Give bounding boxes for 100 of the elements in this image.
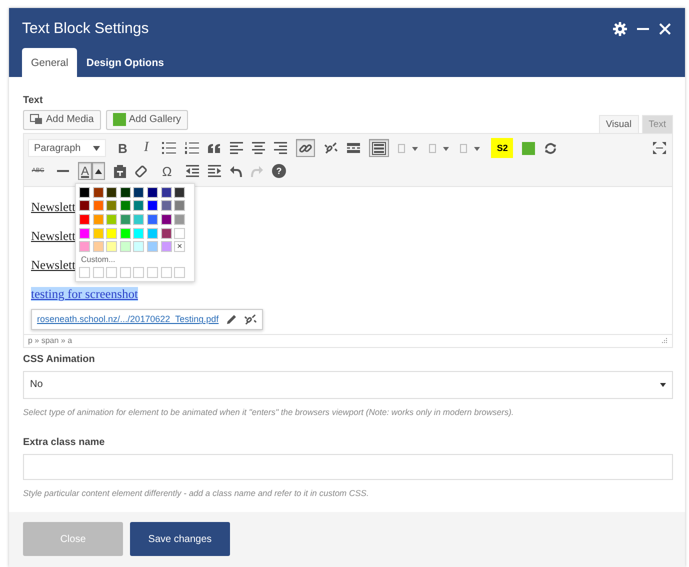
color-swatch[interactable]: [79, 214, 90, 225]
read-more-icon[interactable]: [347, 143, 360, 154]
bold-button[interactable]: B: [115, 139, 130, 158]
color-swatch[interactable]: [92, 214, 104, 225]
color-swatch[interactable]: [133, 228, 144, 239]
format-select[interactable]: Paragraph: [28, 139, 106, 158]
color-swatch[interactable]: [106, 214, 118, 225]
unlink-icon[interactable]: [324, 141, 338, 156]
hint-text: Style particular content element differently - add a class name and refer to it in custom CSS.: [23, 488, 370, 498]
color-swatch[interactable]: [133, 241, 144, 252]
numbered-list-icon[interactable]: [185, 142, 200, 154]
color-swatch[interactable]: [120, 214, 131, 225]
unlink-icon[interactable]: [244, 312, 257, 326]
toolbar-toggle-button[interactable]: [369, 139, 390, 158]
color-swatch[interactable]: [92, 200, 104, 212]
color-swatch[interactable]: [106, 241, 118, 252]
close-icon[interactable]: [659, 22, 671, 34]
animation-select[interactable]: No: [23, 370, 673, 399]
save-button[interactable]: Save changes: [130, 522, 230, 556]
color-swatch[interactable]: [79, 228, 90, 239]
align-right-icon[interactable]: [274, 142, 288, 154]
empty-swatch[interactable]: [120, 267, 131, 278]
paragraph-link[interactable]: Newslett: [31, 228, 76, 245]
fullscreen-icon[interactable]: [653, 142, 666, 154]
bullet-list-icon[interactable]: [162, 142, 176, 154]
link-button[interactable]: [296, 139, 316, 158]
dropdown-icon[interactable]: [429, 144, 452, 153]
paste-text-icon[interactable]: [114, 164, 126, 178]
color-swatch[interactable]: [79, 186, 90, 198]
italic-button[interactable]: I: [139, 139, 154, 158]
color-swatch[interactable]: [120, 228, 131, 239]
minimize-icon[interactable]: [637, 26, 649, 30]
color-swatch[interactable]: [92, 186, 104, 198]
color-caret-button[interactable]: [92, 162, 106, 180]
dropdown-icon[interactable]: [460, 144, 482, 153]
special-character-button[interactable]: Ω: [157, 161, 178, 182]
empty-swatch[interactable]: [92, 267, 104, 278]
empty-swatch[interactable]: [133, 267, 144, 278]
color-swatch[interactable]: [146, 186, 158, 198]
class-name-field[interactable]: [23, 454, 673, 480]
undo-icon[interactable]: [230, 165, 242, 178]
color-swatch[interactable]: [79, 241, 90, 252]
paragraph-link[interactable]: Newslett: [31, 198, 76, 216]
color-swatch[interactable]: [120, 186, 131, 198]
add-media-button[interactable]: Add Media: [23, 110, 101, 130]
field-label: Extra class name: [23, 436, 105, 448]
color-swatch[interactable]: [120, 200, 131, 212]
color-swatch[interactable]: [174, 214, 186, 225]
paragraph-link[interactable]: Newslett: [31, 256, 76, 274]
field-label: Text: [23, 94, 43, 106]
color-swatch[interactable]: [106, 228, 118, 239]
selected-link[interactable]: testing for screenshot: [31, 286, 138, 301]
color-swatch[interactable]: [146, 228, 158, 239]
align-center-icon[interactable]: [252, 142, 266, 154]
color-swatch[interactable]: [160, 228, 172, 239]
add-gallery-button[interactable]: Add Gallery: [106, 110, 188, 130]
shortcode-button[interactable]: S2: [491, 138, 514, 158]
color-swatch[interactable]: [146, 200, 158, 212]
color-swatch[interactable]: [106, 200, 118, 212]
indent-icon[interactable]: [208, 165, 222, 178]
color-swatch[interactable]: [106, 186, 118, 198]
color-swatch[interactable]: [160, 214, 172, 225]
empty-swatch[interactable]: [106, 267, 118, 278]
tab[interactable]: Design Options: [77, 48, 173, 77]
color-swatch[interactable]: [92, 228, 104, 239]
color-swatch[interactable]: [79, 200, 90, 212]
link-url[interactable]: roseneath.school.nz/.../20170622_Testing.pdf: [37, 314, 219, 324]
custom-color-button[interactable]: Custom...: [79, 252, 118, 268]
outdent-icon[interactable]: [186, 165, 200, 178]
color-swatch[interactable]: [160, 200, 172, 212]
color-swatch[interactable]: [92, 241, 104, 252]
color-swatch[interactable]: [146, 214, 158, 225]
horizontal-line-icon[interactable]: [57, 170, 69, 172]
eraser-icon[interactable]: [135, 164, 148, 178]
window-title: Text Block Settings: [22, 20, 149, 37]
edit-icon[interactable]: [226, 314, 237, 325]
color-swatch[interactable]: [133, 200, 144, 212]
blockquote-icon[interactable]: [208, 144, 222, 153]
settings-icon[interactable]: [613, 22, 627, 36]
color-swatch[interactable]: [120, 241, 131, 252]
empty-swatch[interactable]: [160, 267, 172, 278]
color-swatch[interactable]: [174, 186, 186, 198]
text-color-button[interactable]: A: [78, 162, 92, 180]
color-swatch[interactable]: [160, 186, 172, 198]
help-button[interactable]: ?: [272, 164, 286, 178]
remove-color-button[interactable]: ×: [174, 241, 186, 252]
empty-swatch[interactable]: [79, 267, 90, 278]
align-left-icon[interactable]: [230, 142, 244, 154]
color-swatch[interactable]: [146, 241, 158, 252]
refresh-icon[interactable]: [544, 142, 558, 155]
dropdown-icon[interactable]: [398, 144, 420, 153]
color-swatch[interactable]: [133, 186, 144, 198]
empty-swatch[interactable]: [174, 267, 186, 278]
color-swatch[interactable]: [160, 241, 172, 252]
empty-swatch[interactable]: [146, 267, 158, 278]
color-swatch[interactable]: [174, 228, 186, 239]
color-swatch[interactable]: [174, 200, 186, 212]
color-swatch[interactable]: [133, 214, 144, 225]
editor-tab[interactable]: Visual: [598, 114, 639, 133]
tab[interactable]: General: [22, 48, 78, 77]
